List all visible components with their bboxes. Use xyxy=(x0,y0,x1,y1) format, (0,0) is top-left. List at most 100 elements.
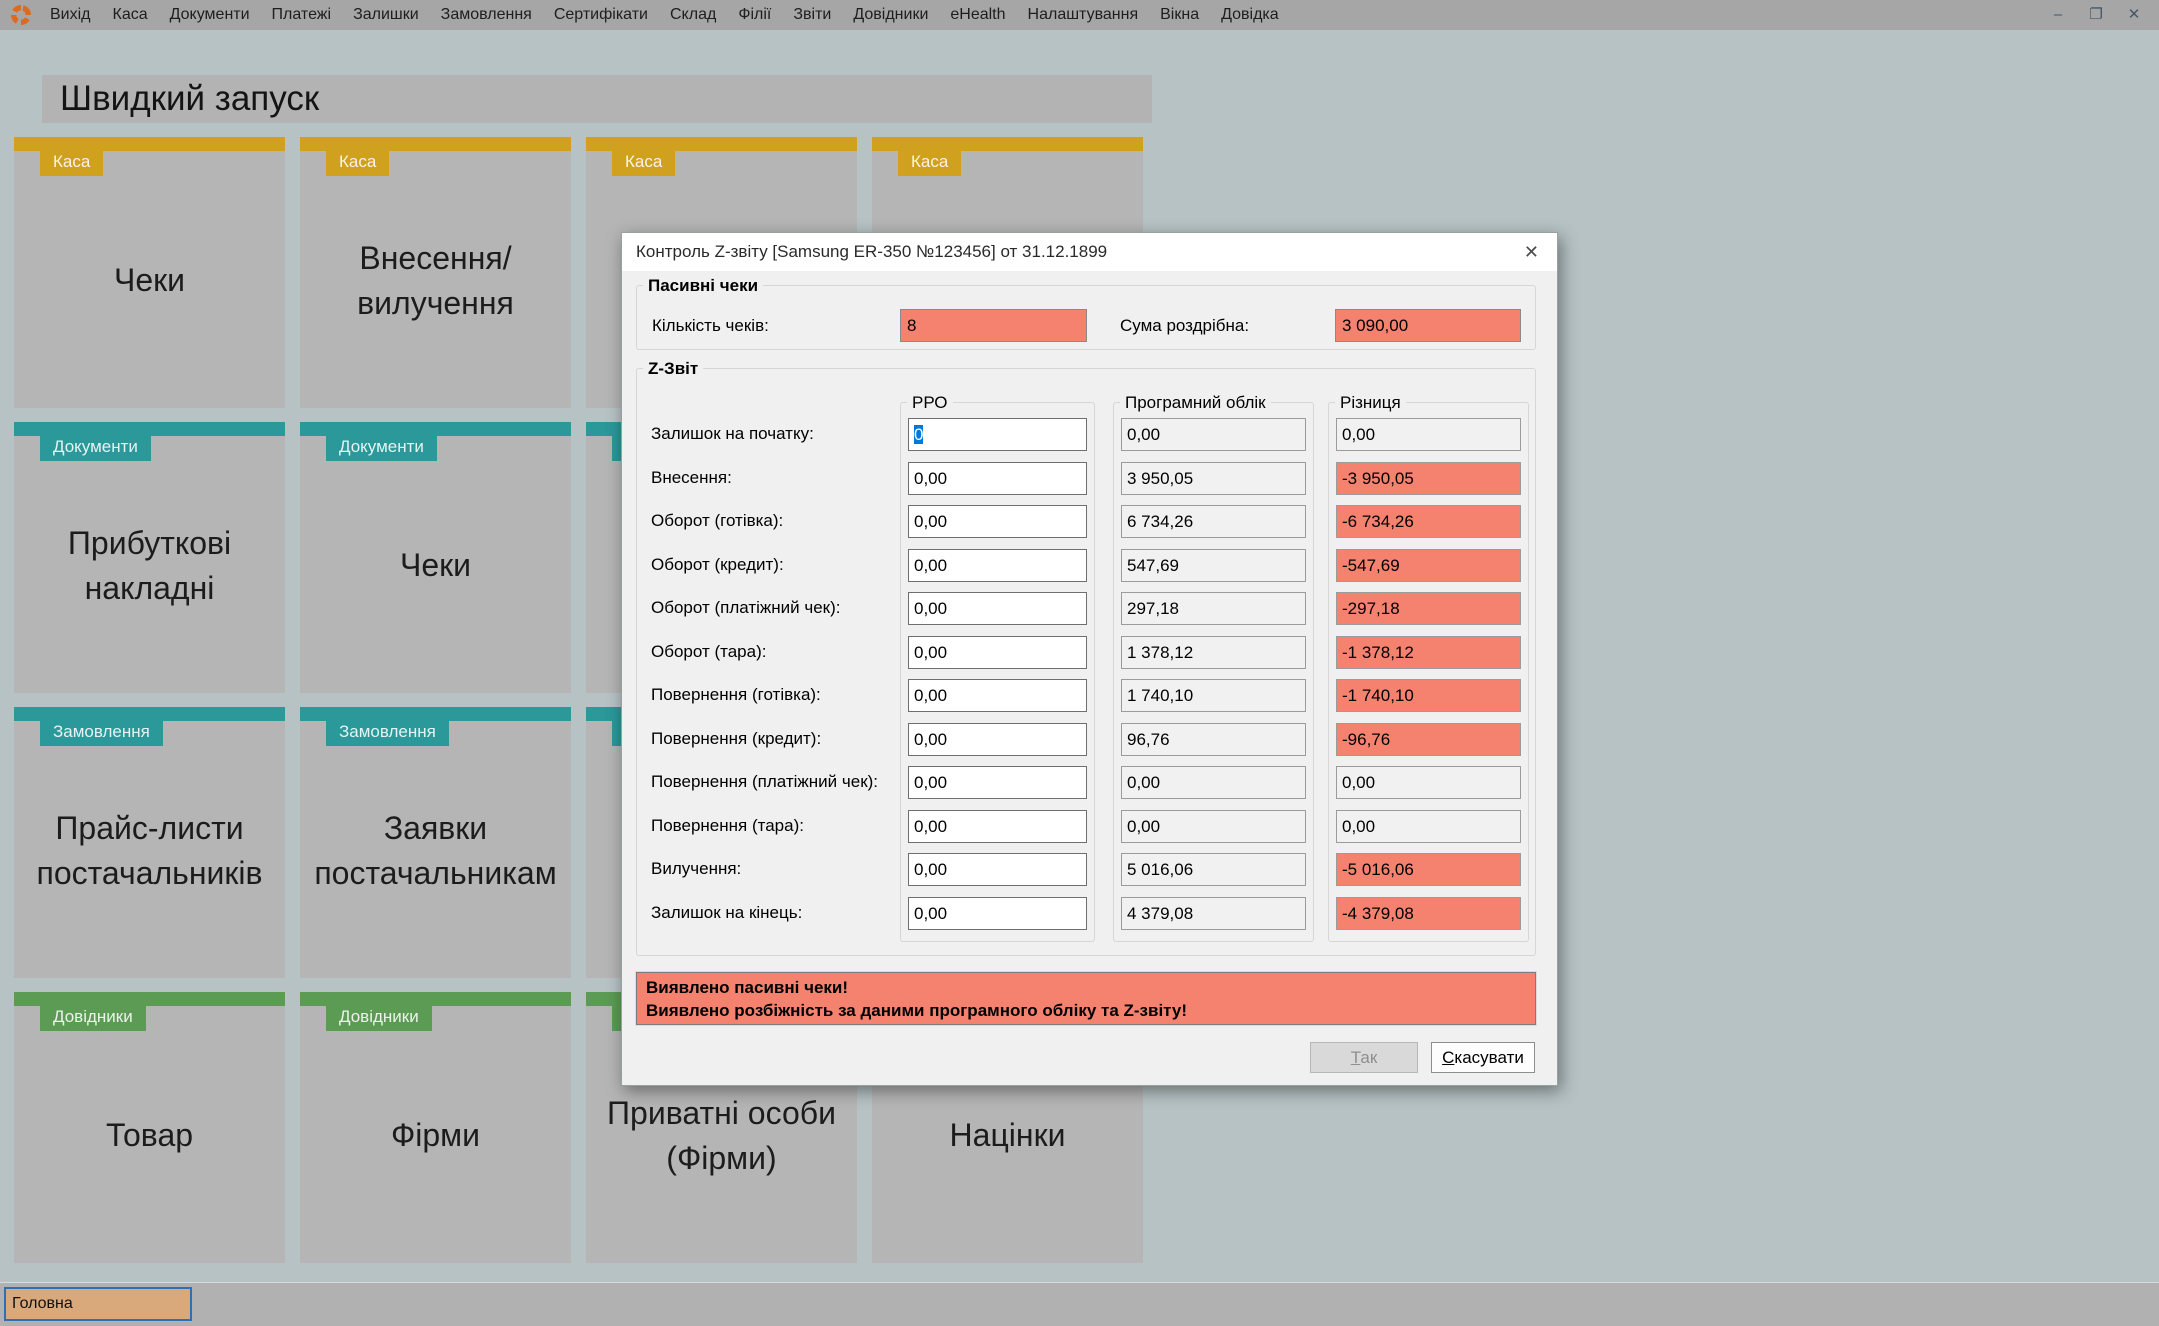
tile-category-bar xyxy=(300,992,571,1006)
cancel-button[interactable]: Скасувати xyxy=(1431,1042,1535,1073)
rro-fields: 0 0,00 0,00 0,00 0,00 0,00 0,00 0,00 0,00 0,00 0,0… xyxy=(901,403,1094,930)
rro-input[interactable]: 0,00 xyxy=(908,549,1087,582)
quick-launch-tile[interactable]: ЗамовленняПрайс-листи постачальників xyxy=(14,707,285,978)
warning-line-2: Виявлено розбіжність за даними програмно… xyxy=(646,999,1526,1022)
menu-item[interactable]: eHealth xyxy=(939,0,1016,30)
tile-category-bar xyxy=(300,707,571,721)
rro-input[interactable]: 0,00 xyxy=(908,636,1087,669)
quick-launch-tile[interactable]: ДовідникиТовар xyxy=(14,992,285,1263)
close-icon[interactable]: ✕ xyxy=(2115,0,2153,30)
tile-category-bar xyxy=(300,422,571,436)
retail-sum-field: 3 090,00 xyxy=(1335,309,1521,342)
rro-input[interactable]: 0,00 xyxy=(908,897,1087,930)
rro-input[interactable]: 0,00 xyxy=(908,810,1087,843)
rro-input[interactable]: 0,00 xyxy=(908,592,1087,625)
warning-message: Виявлено пасивні чеки! Виявлено розбіжні… xyxy=(636,972,1536,1025)
menu-item[interactable]: Довідка xyxy=(1210,0,1290,30)
menu-bar: ВихідКасаДокументиПлатежіЗалишкиЗамовлен… xyxy=(0,0,2159,30)
rro-input[interactable]: 0,00 xyxy=(908,766,1087,799)
dialog-title: Контроль Z-звіту [Samsung ER-350 №123456… xyxy=(636,242,1107,262)
zreport-row-label: Залишок на початку: xyxy=(651,417,900,450)
zreport-row-label: Повернення (кредит): xyxy=(651,722,900,755)
tile-category-bar xyxy=(14,422,285,436)
dialog-close-icon[interactable]: ✕ xyxy=(1520,242,1543,263)
window-controls: – ❐ ✕ xyxy=(2039,0,2159,30)
diff-value-field: -297,18 xyxy=(1336,592,1521,625)
rro-input[interactable]: 0,00 xyxy=(908,853,1087,886)
quick-launch-tile[interactable]: ЗамовленняЗаявки постачальникам xyxy=(300,707,571,978)
rro-input[interactable]: 0 xyxy=(908,418,1087,451)
menu-item[interactable]: Каса xyxy=(102,0,159,30)
zreport-group-label: Z-Звіт xyxy=(643,359,703,379)
menu-item[interactable]: Філії xyxy=(727,0,782,30)
diff-value-field: -4 379,08 xyxy=(1336,897,1521,930)
ok-button[interactable]: Так xyxy=(1310,1042,1418,1073)
diff-column-header: Різниця xyxy=(1335,393,1406,413)
dialog-titlebar[interactable]: Контроль Z-звіту [Samsung ER-350 №123456… xyxy=(622,233,1557,271)
quick-launch-tile[interactable]: КасаЧеки xyxy=(14,137,285,408)
tile-category-bar xyxy=(14,707,285,721)
rro-input[interactable]: 0,00 xyxy=(908,679,1087,712)
diff-fields: 0,00-3 950,05-6 734,26-547,69-297,18-1 3… xyxy=(1329,403,1528,930)
diff-value-field: 0,00 xyxy=(1336,810,1521,843)
tile-label: Фірми xyxy=(300,1031,571,1263)
zreport-row-label: Повернення (платіжний чек): xyxy=(651,765,900,798)
menu-item[interactable]: Сертифікати xyxy=(543,0,659,30)
rro-input[interactable]: 0,00 xyxy=(908,723,1087,756)
zreport-group: Z-Звіт Залишок на початку:Внесення:Оборо… xyxy=(636,368,1536,956)
menu-item[interactable]: Довідники xyxy=(842,0,939,30)
diff-value-field: 0,00 xyxy=(1336,418,1521,451)
tile-label: Чеки xyxy=(14,176,285,408)
menu-item[interactable]: Залишки xyxy=(342,0,430,30)
diff-value-field: -5 016,06 xyxy=(1336,853,1521,886)
program-column-header: Програмний облік xyxy=(1120,393,1271,413)
restore-icon[interactable]: ❐ xyxy=(2077,0,2115,30)
quick-launch-tile[interactable]: КасаВнесення/вилучення xyxy=(300,137,571,408)
diff-value-field: -1 740,10 xyxy=(1336,679,1521,712)
dialog-body: Пасивні чеки Кількість чеків: 8 Сума роз… xyxy=(622,271,1557,1085)
diff-value-field: -6 734,26 xyxy=(1336,505,1521,538)
tile-category-tag: Довідники xyxy=(326,1006,432,1031)
taskbar-tab-main[interactable]: Головна xyxy=(4,1287,192,1321)
program-value-field: 0,00 xyxy=(1121,418,1306,451)
tile-category-tag: Каса xyxy=(326,151,389,176)
tile-label: Прайс-листи постачальників xyxy=(14,746,285,978)
menu-item[interactable]: Вікна xyxy=(1149,0,1210,30)
menu-item[interactable]: Платежі xyxy=(261,0,343,30)
menu-item[interactable]: Склад xyxy=(659,0,727,30)
zreport-row-label: Повернення (готівка): xyxy=(651,678,900,711)
tile-label: Товар xyxy=(14,1031,285,1263)
menu-item[interactable]: Налаштування xyxy=(1017,0,1150,30)
menu-item[interactable]: Вихід xyxy=(39,0,102,30)
zreport-control-dialog: Контроль Z-звіту [Samsung ER-350 №123456… xyxy=(621,232,1558,1086)
zreport-row-label: Повернення (тара): xyxy=(651,809,900,842)
zreport-row-label: Вилучення: xyxy=(651,852,900,885)
program-value-field: 0,00 xyxy=(1121,810,1306,843)
rro-input[interactable]: 0,00 xyxy=(908,462,1087,495)
diff-value-field: -3 950,05 xyxy=(1336,462,1521,495)
tile-category-bar xyxy=(14,992,285,1006)
app-logo-icon xyxy=(11,5,31,25)
zreport-row-label: Залишок на кінець: xyxy=(651,896,900,929)
minimize-icon[interactable]: – xyxy=(2039,0,2077,30)
quick-launch-tile[interactable]: ДокументиЧеки xyxy=(300,422,571,693)
quick-launch-title: Швидкий запуск xyxy=(42,75,1152,123)
program-value-field: 547,69 xyxy=(1121,549,1306,582)
quick-launch-tile[interactable]: ДовідникиФірми xyxy=(300,992,571,1263)
warning-line-1: Виявлено пасивні чеки! xyxy=(646,976,1526,999)
checks-count-field: 8 xyxy=(900,309,1087,342)
tile-category-tag: Документи xyxy=(326,436,437,461)
menu-item[interactable]: Замовлення xyxy=(430,0,543,30)
tile-category-tag: Замовлення xyxy=(40,721,163,746)
menu-item[interactable]: Звіти xyxy=(782,0,842,30)
program-value-field: 1 378,12 xyxy=(1121,636,1306,669)
passive-checks-group-label: Пасивні чеки xyxy=(643,276,763,296)
program-value-field: 3 950,05 xyxy=(1121,462,1306,495)
selected-text: 0 xyxy=(914,425,923,444)
menu-item[interactable]: Документи xyxy=(159,0,261,30)
quick-launch-tile[interactable]: ДокументиПрибуткові накладні xyxy=(14,422,285,693)
rro-input[interactable]: 0,00 xyxy=(908,505,1087,538)
menu-items: ВихідКасаДокументиПлатежіЗалишкиЗамовлен… xyxy=(39,0,1290,30)
zreport-row-label: Оборот (кредит): xyxy=(651,548,900,581)
diff-value-field: -96,76 xyxy=(1336,723,1521,756)
